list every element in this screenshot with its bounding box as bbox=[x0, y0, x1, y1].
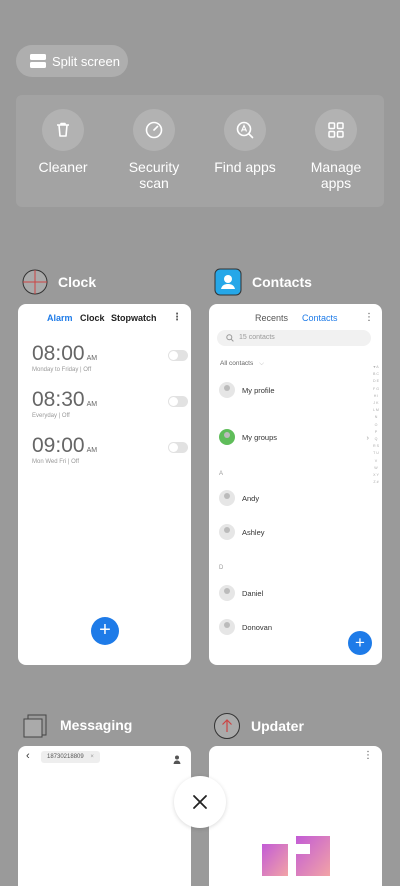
avatar bbox=[219, 490, 235, 506]
section-header: D bbox=[219, 565, 224, 571]
split-screen-button[interactable]: Split screen bbox=[16, 45, 128, 77]
chevron-down-icon: ⌵ bbox=[259, 360, 264, 367]
recipient-chip[interactable]: 18730218809 × bbox=[41, 751, 100, 763]
messaging-icon bbox=[22, 711, 50, 739]
cleaner-label: Cleaner bbox=[38, 159, 88, 175]
split-screen-label: Split screen bbox=[52, 53, 120, 69]
alarm-toggle[interactable] bbox=[168, 396, 188, 407]
close-icon bbox=[193, 795, 207, 809]
contacts-app-header[interactable]: Contacts bbox=[214, 268, 312, 296]
alarm-sub: Mon Wed Fri | Off bbox=[32, 459, 80, 465]
alarm-ampm: AM bbox=[86, 355, 98, 362]
alphabet-index[interactable]: ♥ A B C D E F G H I J K L M N O P Q R S … bbox=[373, 364, 379, 486]
tab-alarm[interactable]: Alarm bbox=[47, 313, 73, 323]
avatar bbox=[219, 585, 235, 601]
my-profile-label: My profile bbox=[242, 385, 275, 395]
search-apps-icon bbox=[224, 109, 266, 151]
contacts-search-placeholder: 15 contacts bbox=[239, 334, 275, 341]
shield-scan-icon bbox=[133, 109, 175, 151]
avatar bbox=[219, 382, 235, 398]
more-options-icon[interactable]: ⋮ bbox=[364, 312, 374, 323]
contact-row[interactable]: Ashley bbox=[219, 524, 265, 540]
find-apps-button[interactable]: Find apps bbox=[200, 109, 290, 175]
section-header: A bbox=[219, 471, 224, 477]
security-scan-label: Security scan bbox=[128, 159, 180, 191]
alarm-sub: Everyday | Off bbox=[32, 413, 70, 419]
clock-icon bbox=[22, 269, 48, 295]
contacts-icon bbox=[214, 268, 242, 296]
recipient-number: 18730218809 bbox=[47, 754, 84, 760]
more-options-icon[interactable]: ⋮ bbox=[363, 750, 373, 761]
contact-name: Andy bbox=[242, 493, 260, 503]
grid-icon bbox=[315, 109, 357, 151]
messaging-app-card[interactable]: ‹ 18730218809 × bbox=[18, 746, 191, 886]
add-contact-button[interactable]: + bbox=[348, 631, 372, 655]
contacts-filter-dropdown[interactable]: All contacts ⌵ bbox=[220, 360, 264, 368]
my-groups-label: My groups bbox=[242, 432, 278, 442]
messaging-title: Messaging bbox=[60, 717, 133, 733]
clock-title: Clock bbox=[58, 274, 97, 290]
contacts-title: Contacts bbox=[252, 274, 312, 290]
alarm-time: 08:00 bbox=[32, 342, 85, 365]
cleaner-button[interactable]: Cleaner bbox=[18, 109, 108, 175]
alarm-sub: Monday to Friday | Off bbox=[32, 367, 92, 373]
back-arrow-icon[interactable]: ‹ bbox=[26, 750, 30, 762]
contacts-search-input[interactable]: 15 contacts bbox=[217, 330, 371, 346]
messaging-app-header[interactable]: Messaging bbox=[22, 711, 132, 739]
alarm-item[interactable]: 09:00 AM Mon Wed Fri | Off bbox=[32, 434, 188, 465]
manage-apps-label: Manage apps bbox=[310, 159, 362, 191]
more-options-icon[interactable]: ⋮ bbox=[172, 312, 182, 323]
contact-row[interactable]: Daniel bbox=[219, 585, 263, 601]
updater-title: Updater bbox=[251, 718, 304, 734]
quick-actions-panel: Cleaner Security scan Find apps Manage a… bbox=[16, 95, 384, 207]
remove-recipient-icon[interactable]: × bbox=[90, 754, 94, 760]
clock-app-card[interactable]: Alarm Clock Stopwatch ⋮ 08:00 AM Monday t… bbox=[18, 304, 191, 665]
contacts-filter-label: All contacts bbox=[220, 360, 254, 367]
manage-apps-button[interactable]: Manage apps bbox=[291, 109, 381, 191]
alarm-toggle[interactable] bbox=[168, 350, 188, 361]
alarm-item[interactable]: 08:00 AM Monday to Friday | Off bbox=[32, 342, 188, 373]
find-apps-label: Find apps bbox=[214, 159, 276, 175]
chevron-right-icon: › bbox=[366, 432, 370, 442]
contact-row[interactable]: Andy bbox=[219, 490, 259, 506]
contact-row[interactable]: Donovan bbox=[219, 619, 272, 635]
alarm-item[interactable]: 08:30 AM Everyday | Off bbox=[32, 388, 188, 419]
alarm-ampm: AM bbox=[86, 401, 98, 408]
alarm-time: 08:30 bbox=[32, 388, 85, 411]
tab-stopwatch[interactable]: Stopwatch bbox=[111, 313, 157, 323]
my-groups-row[interactable]: My groups › bbox=[219, 429, 369, 445]
avatar bbox=[219, 524, 235, 540]
updater-app-card[interactable]: ⋮ bbox=[209, 746, 382, 886]
contact-name: Daniel bbox=[242, 588, 264, 598]
updater-icon bbox=[213, 712, 241, 740]
alarm-ampm: AM bbox=[86, 447, 98, 454]
tab-clock[interactable]: Clock bbox=[80, 313, 105, 323]
trash-icon bbox=[42, 109, 84, 151]
contacts-app-card[interactable]: Recents Contacts ⋮ 15 contacts All conta… bbox=[209, 304, 382, 665]
security-scan-button[interactable]: Security scan bbox=[109, 109, 199, 191]
tab-contacts[interactable]: Contacts bbox=[302, 313, 338, 323]
alarm-time: 09:00 bbox=[32, 434, 85, 457]
avatar bbox=[219, 619, 235, 635]
contact-person-icon[interactable] bbox=[173, 751, 181, 764]
my-profile-row[interactable]: My profile bbox=[219, 382, 275, 398]
search-icon bbox=[226, 334, 234, 342]
tab-recents[interactable]: Recents bbox=[255, 313, 288, 323]
updater-app-header[interactable]: Updater bbox=[213, 712, 304, 740]
miui-logo-icon bbox=[262, 836, 330, 876]
contact-name: Ashley bbox=[242, 527, 265, 537]
clock-app-header[interactable]: Clock bbox=[22, 269, 96, 295]
alarm-toggle[interactable] bbox=[168, 442, 188, 453]
contact-name: Donovan bbox=[242, 622, 273, 632]
add-alarm-button[interactable]: + bbox=[91, 617, 119, 645]
close-all-button[interactable] bbox=[174, 776, 226, 828]
groups-icon bbox=[219, 429, 235, 445]
split-screen-icon bbox=[30, 54, 46, 68]
